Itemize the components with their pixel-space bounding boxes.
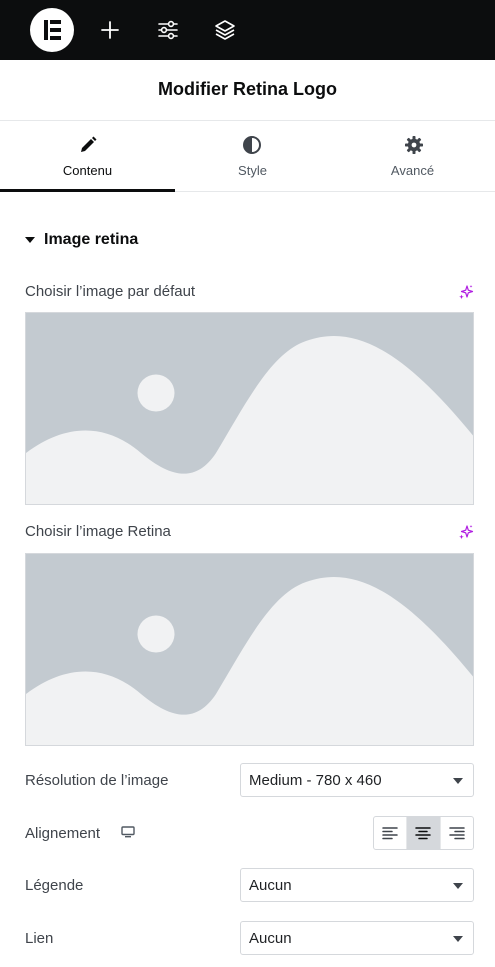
tab-label: Avancé xyxy=(390,163,435,178)
chevron-down-icon xyxy=(453,883,463,889)
resolution-select[interactable]: Medium - 780 x 460 xyxy=(240,763,474,797)
alignment-buttons xyxy=(373,816,474,850)
half-circle-icon xyxy=(243,136,261,154)
section-toggle[interactable]: Image retina xyxy=(25,228,138,252)
default-image-picker[interactable] xyxy=(25,312,474,505)
alignment-label: Alignement xyxy=(25,825,101,842)
desktop-responsive-icon[interactable] xyxy=(121,826,135,838)
caret-down-icon xyxy=(25,237,35,243)
tab-style[interactable]: Style xyxy=(175,121,330,192)
structure-button[interactable] xyxy=(213,18,237,42)
align-left-icon xyxy=(382,827,398,840)
select-value: Aucun xyxy=(249,930,292,947)
caption-label: Légende xyxy=(25,877,84,894)
select-value: Medium - 780 x 460 xyxy=(249,772,382,789)
default-image-label: Choisir l’image par défaut xyxy=(25,283,196,300)
sparkle-ai-icon[interactable] xyxy=(458,524,474,540)
tab-bar: Contenu Style Avancé xyxy=(0,121,495,192)
tab-avance[interactable]: Avancé xyxy=(330,121,495,192)
align-right-button[interactable] xyxy=(441,817,473,849)
top-bar xyxy=(0,0,495,60)
panel-header: Modifier Retina Logo xyxy=(0,60,495,121)
chevron-down-icon xyxy=(453,778,463,784)
select-value: Aucun xyxy=(249,877,292,894)
image-placeholder-icon xyxy=(26,577,473,745)
retina-image-picker[interactable] xyxy=(25,553,474,746)
gear-icon xyxy=(405,136,423,154)
retina-image-label: Choisir l’image Retina xyxy=(25,523,171,540)
sliders-icon xyxy=(158,20,178,40)
site-settings-button[interactable] xyxy=(156,18,180,42)
link-select[interactable]: Aucun xyxy=(240,921,474,955)
layers-icon xyxy=(215,20,235,40)
resolution-label: Résolution de l’image xyxy=(25,772,169,789)
chevron-down-icon xyxy=(453,936,463,942)
sparkle-ai-icon[interactable] xyxy=(458,284,474,300)
align-right-icon xyxy=(449,827,465,840)
elementor-logo-icon xyxy=(44,20,61,40)
plus-icon xyxy=(101,21,119,39)
caption-select[interactable]: Aucun xyxy=(240,868,474,902)
tab-contenu[interactable]: Contenu xyxy=(0,121,175,192)
align-center-icon xyxy=(415,827,432,840)
link-label: Lien xyxy=(25,930,54,947)
tab-label: Contenu xyxy=(62,163,113,178)
section-title: Image retina xyxy=(44,231,139,248)
align-center-button[interactable] xyxy=(407,817,441,849)
pencil-icon xyxy=(81,136,97,152)
elementor-logo-button[interactable] xyxy=(30,8,74,52)
page-title: Modifier Retina Logo xyxy=(158,79,337,99)
tab-label: Style xyxy=(238,163,267,178)
image-placeholder-icon xyxy=(26,336,473,504)
align-left-button[interactable] xyxy=(374,817,408,849)
add-element-button[interactable] xyxy=(98,18,122,42)
